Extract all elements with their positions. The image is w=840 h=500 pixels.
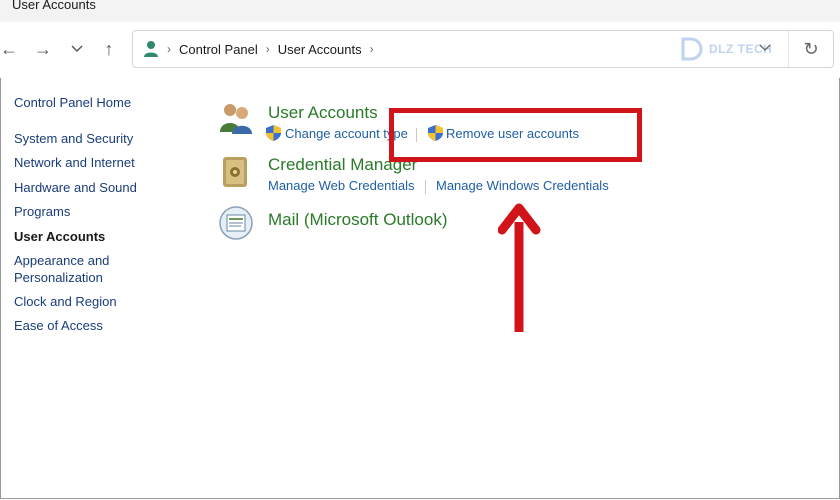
watermark-logo: DLZ TECH — [679, 33, 791, 65]
recent-locations-icon[interactable] — [64, 36, 90, 62]
manage-windows-credentials-link[interactable]: Manage Windows Credentials — [436, 178, 609, 193]
sidebar-item-hardware-sound[interactable]: Hardware and Sound — [14, 179, 137, 196]
sidebar-item-programs[interactable]: Programs — [14, 203, 70, 220]
watermark-d-icon — [681, 37, 703, 61]
sidebar-item-ease-of-access[interactable]: Ease of Access — [14, 317, 103, 334]
sidebar-item-control-panel-home[interactable]: Control Panel Home — [14, 94, 131, 111]
title-bar: User Accounts — [0, 0, 840, 22]
sidebar-item-appearance[interactable]: Appearance and Personalization — [14, 252, 109, 286]
mail-title[interactable]: Mail (Microsoft Outlook) — [268, 210, 447, 230]
breadcrumb: › Control Panel › User Accounts › — [143, 31, 374, 67]
credential-manager-icon — [223, 157, 247, 187]
mail-icon — [219, 206, 253, 240]
sidebar-item-clock-region[interactable]: Clock and Region — [14, 293, 117, 310]
user-accounts-icon — [144, 41, 158, 57]
navigation-bar: ← → ↑ › Control Panel › User Accounts › … — [0, 22, 840, 78]
breadcrumb-control-panel[interactable]: Control Panel — [179, 42, 258, 57]
up-icon[interactable]: ↑ — [96, 36, 122, 62]
link-divider — [425, 180, 426, 194]
arrow-up-icon — [498, 203, 541, 332]
window-title: User Accounts — [12, 0, 96, 12]
chevron-right-icon[interactable]: › — [370, 42, 374, 56]
forward-icon[interactable]: → — [30, 36, 56, 62]
chevron-right-icon: › — [167, 42, 171, 56]
back-icon[interactable]: ← — [0, 36, 22, 62]
chevron-down-icon[interactable] — [759, 41, 771, 55]
sidebar-item-system-security[interactable]: System and Security — [14, 130, 133, 147]
uac-shield-icon — [266, 125, 281, 141]
highlight-box — [389, 108, 642, 162]
user-accounts-title[interactable]: User Accounts — [268, 103, 378, 123]
refresh-icon[interactable]: ↻ — [788, 31, 833, 67]
manage-web-credentials-link[interactable]: Manage Web Credentials — [268, 178, 414, 193]
address-bar[interactable]: › Control Panel › User Accounts › DLZ TE… — [132, 30, 834, 68]
chevron-right-icon: › — [265, 42, 270, 56]
sidebar-item-network-internet[interactable]: Network and Internet — [14, 154, 135, 171]
breadcrumb-user-accounts[interactable]: User Accounts — [278, 42, 362, 57]
sidebar-item-user-accounts[interactable]: User Accounts — [14, 228, 105, 245]
user-accounts-category-icon — [220, 104, 252, 134]
